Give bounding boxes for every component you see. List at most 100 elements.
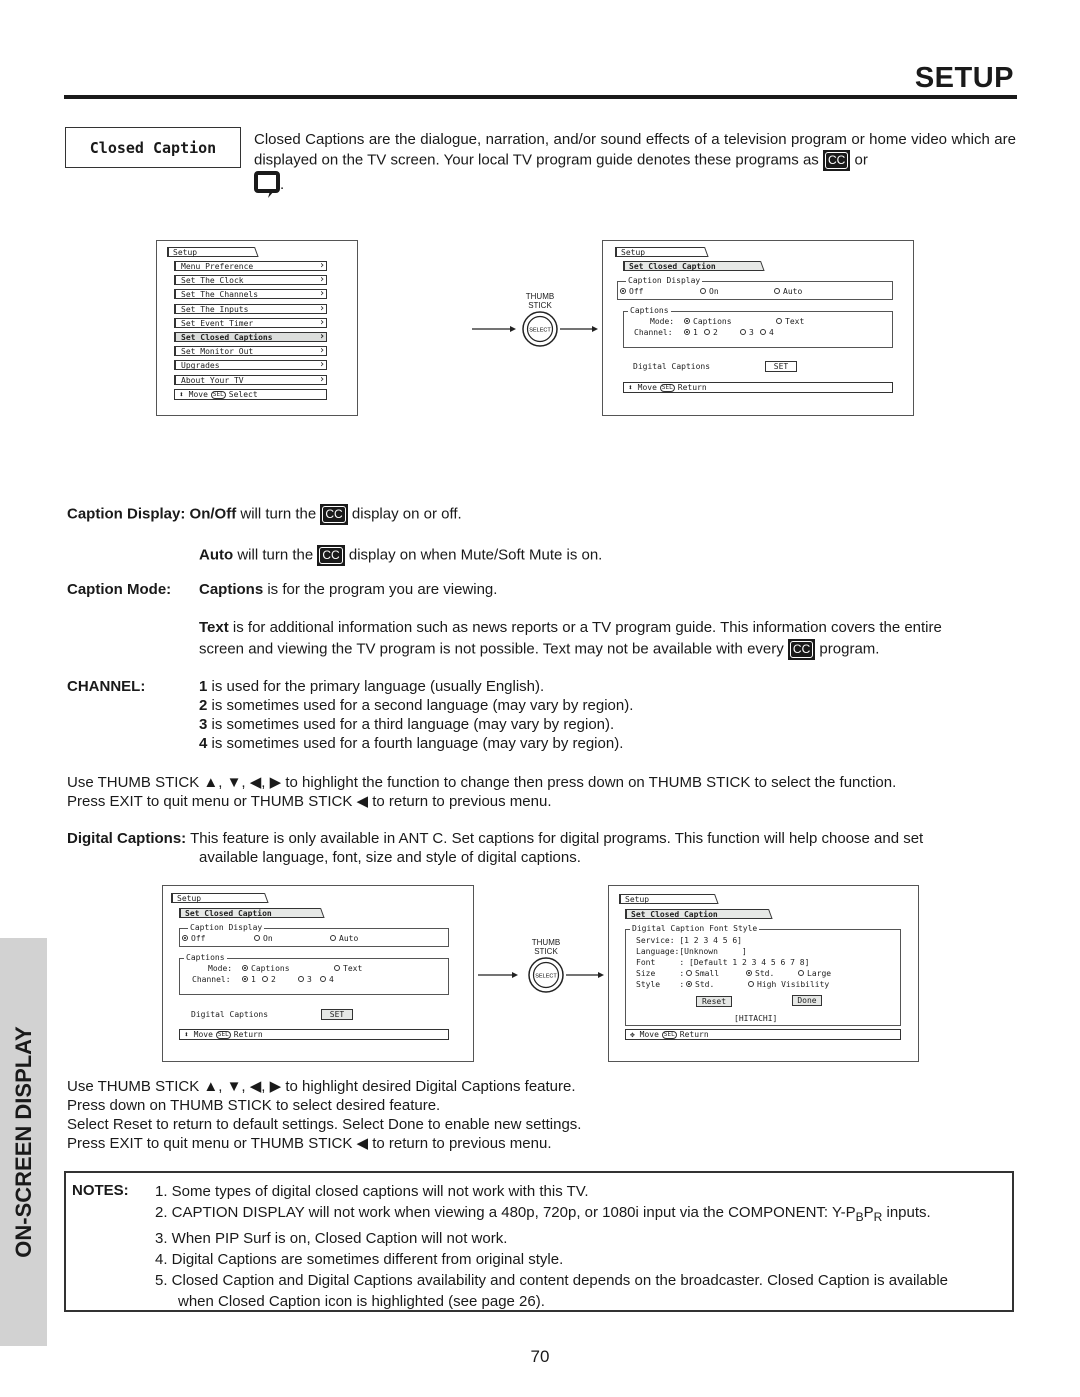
digital-captions-desc: Digital Captions: This feature is only a…: [67, 830, 924, 866]
radio-size-small[interactable]: [686, 969, 692, 976]
radio-caption-off[interactable]: [620, 287, 626, 294]
osd-status-bar: ✥ Move SEL Return: [625, 1029, 901, 1040]
done-button[interactable]: Done: [792, 995, 822, 1006]
channel-item: 3 is sometimes used for a third language…: [199, 716, 615, 733]
caption-auto-desc: Auto will turn the CC display on when Mu…: [199, 545, 1019, 566]
instruction-line: Press EXIT to quit menu or THUMB STICK ◀…: [67, 1135, 552, 1152]
radio-style-std[interactable]: [686, 980, 692, 987]
notes-box: NOTES: 1. Some types of digital closed c…: [64, 1171, 1014, 1312]
caption-mode-desc: Caption Mode: Captions is for the program…: [67, 581, 498, 598]
sel-key-icon: SEL: [210, 390, 226, 399]
move-updown-icon: ⬍: [628, 383, 633, 392]
radio-channel-2[interactable]: [262, 975, 268, 982]
speech-bubble-icon: [254, 171, 280, 198]
language-selector[interactable]: [Unknown ]: [679, 947, 746, 956]
thumb-stick-diagram-2: THUMB STICK SELECT: [476, 938, 604, 1018]
menu-item[interactable]: Set The Channels: [174, 289, 327, 300]
caption-display-group: Caption Display Off On Auto: [179, 923, 449, 947]
text-mode-desc: Text is for additional information such …: [199, 618, 1019, 660]
intro-text: Closed Captions are the dialogue, narrat…: [254, 131, 1016, 169]
menu-item[interactable]: About Your TV: [174, 374, 327, 385]
menu-item[interactable]: Set Event Timer: [174, 317, 327, 328]
radio-caption-auto[interactable]: [330, 934, 336, 941]
thumb-stick-icon: SELECT: [472, 311, 598, 347]
radio-channel-1[interactable]: [242, 975, 248, 982]
radio-style-high-visibility[interactable]: [748, 980, 754, 987]
osd-tab-setup: Setup: [615, 247, 713, 257]
svg-text:SELECT: SELECT: [529, 328, 551, 334]
thumb-stick-label: THUMB STICK: [531, 938, 561, 956]
menu-item[interactable]: Menu Preference: [174, 261, 327, 271]
thumb-stick-icon: SELECT: [478, 957, 604, 993]
section-title: Closed Caption: [65, 127, 241, 168]
note-item: when Closed Caption icon is highlighted …: [178, 1293, 545, 1310]
osd-subtab-closed-caption: Set Closed Caption: [623, 261, 769, 271]
move-updown-icon: ⬍: [179, 390, 184, 399]
note-item: 3. When PIP Surf is on, Closed Caption w…: [155, 1230, 508, 1247]
radio-mode-text[interactable]: [334, 964, 340, 971]
radio-channel-2[interactable]: [704, 328, 710, 335]
navigation-instructions-1: Use THUMB STICK ▲, ▼, ◀, ▶ to highlight …: [67, 774, 897, 810]
radio-caption-on[interactable]: [700, 287, 706, 294]
digital-font-style-group: Digital Caption Font Style Service: [1 2…: [625, 924, 901, 1026]
radio-mode-captions[interactable]: [242, 964, 248, 971]
osd-subtab-closed-caption: Set Closed Caption: [625, 909, 777, 919]
osd-subtab-closed-caption: Set Closed Caption: [179, 908, 329, 918]
captions-group: Captions Mode: Captions Text Channel: 1 …: [179, 953, 449, 995]
radio-caption-auto[interactable]: [774, 287, 780, 294]
radio-mode-text[interactable]: [776, 317, 782, 324]
sel-key-icon: SEL: [661, 1030, 677, 1039]
menu-item[interactable]: Set The Inputs: [174, 303, 327, 314]
intro-end: .: [280, 175, 285, 193]
notes-list: 1. Some types of digital closed captions…: [155, 1181, 1005, 1312]
osd-tab-setup: Setup: [167, 247, 263, 257]
digital-captions-set-button[interactable]: SET: [321, 1009, 353, 1020]
cc-icon: CC: [317, 545, 345, 566]
digital-captions-label: Digital Captions: [633, 362, 711, 371]
navigation-instructions-2: Use THUMB STICK ▲, ▼, ◀, ▶ to highlight …: [67, 1077, 967, 1153]
cc-icon: CC: [822, 150, 851, 171]
brand-label: [HITACHI]: [734, 1014, 778, 1023]
channel-label: CHANNEL:: [67, 678, 146, 695]
captions-group: Captions Mode: Captions Text Channel: 1 …: [623, 306, 893, 348]
caption-display-group: Caption Display Off On Auto: [617, 276, 893, 300]
radio-channel-1[interactable]: [684, 328, 690, 335]
move-4way-icon: ✥: [630, 1030, 635, 1039]
digital-captions-set-button[interactable]: SET: [765, 361, 797, 372]
arrow-right-icon: [592, 326, 598, 332]
channel-list: 1 is used for the primary language (usua…: [199, 677, 1019, 753]
menu-item[interactable]: Set Closed Captions: [174, 332, 327, 342]
radio-channel-4[interactable]: [320, 975, 326, 982]
svg-text:SELECT: SELECT: [535, 974, 557, 980]
radio-caption-off[interactable]: [182, 934, 188, 941]
sel-key-icon: SEL: [659, 383, 675, 392]
osd-digital-font-style-menu: Setup Set Closed Caption Digital Caption…: [608, 885, 919, 1062]
radio-channel-3[interactable]: [298, 975, 304, 982]
radio-size-large[interactable]: [798, 969, 804, 976]
menu-item[interactable]: Set Monitor Out: [174, 346, 327, 357]
radio-channel-3[interactable]: [740, 328, 746, 335]
intro-or: or: [854, 151, 868, 169]
thumb-stick-diagram-1: THUMB STICK SELECT: [470, 292, 598, 372]
osd-closed-caption-menu-2: Setup Set Closed Caption Caption Display…: [162, 885, 474, 1062]
note-item: 4. Digital Captions are sometimes differ…: [155, 1251, 564, 1268]
radio-channel-4[interactable]: [760, 328, 766, 335]
osd-status-bar: ⬍ Move SEL Return: [179, 1029, 449, 1040]
instruction-line: Use THUMB STICK ▲, ▼, ◀, ▶ to highlight …: [67, 1078, 576, 1095]
sel-key-icon: SEL: [215, 1030, 231, 1039]
osd-closed-caption-menu: Setup Set Closed Caption Caption Display…: [602, 240, 914, 416]
instruction-line: Select Reset to return to default settin…: [67, 1116, 582, 1133]
intro-paragraph: Closed Captions are the dialogue, narrat…: [254, 130, 1016, 199]
channel-item: 1 is used for the primary language (usua…: [199, 678, 545, 695]
menu-item[interactable]: Set The Clock: [174, 275, 327, 286]
menu-item[interactable]: Upgrades: [174, 360, 327, 371]
radio-caption-on[interactable]: [254, 934, 260, 941]
font-selector[interactable]: [Default 1 2 3 4 5 6 7 8]: [689, 958, 809, 967]
thumb-stick-label: THUMB STICK: [525, 292, 555, 310]
digital-captions-label: Digital Captions: [191, 1010, 269, 1019]
radio-size-std[interactable]: [746, 969, 752, 976]
reset-button[interactable]: Reset: [696, 996, 732, 1007]
service-selector[interactable]: [1 2 3 4 5 6]: [679, 936, 742, 945]
move-updown-icon: ⬍: [184, 1030, 189, 1039]
radio-mode-captions[interactable]: [684, 317, 690, 324]
